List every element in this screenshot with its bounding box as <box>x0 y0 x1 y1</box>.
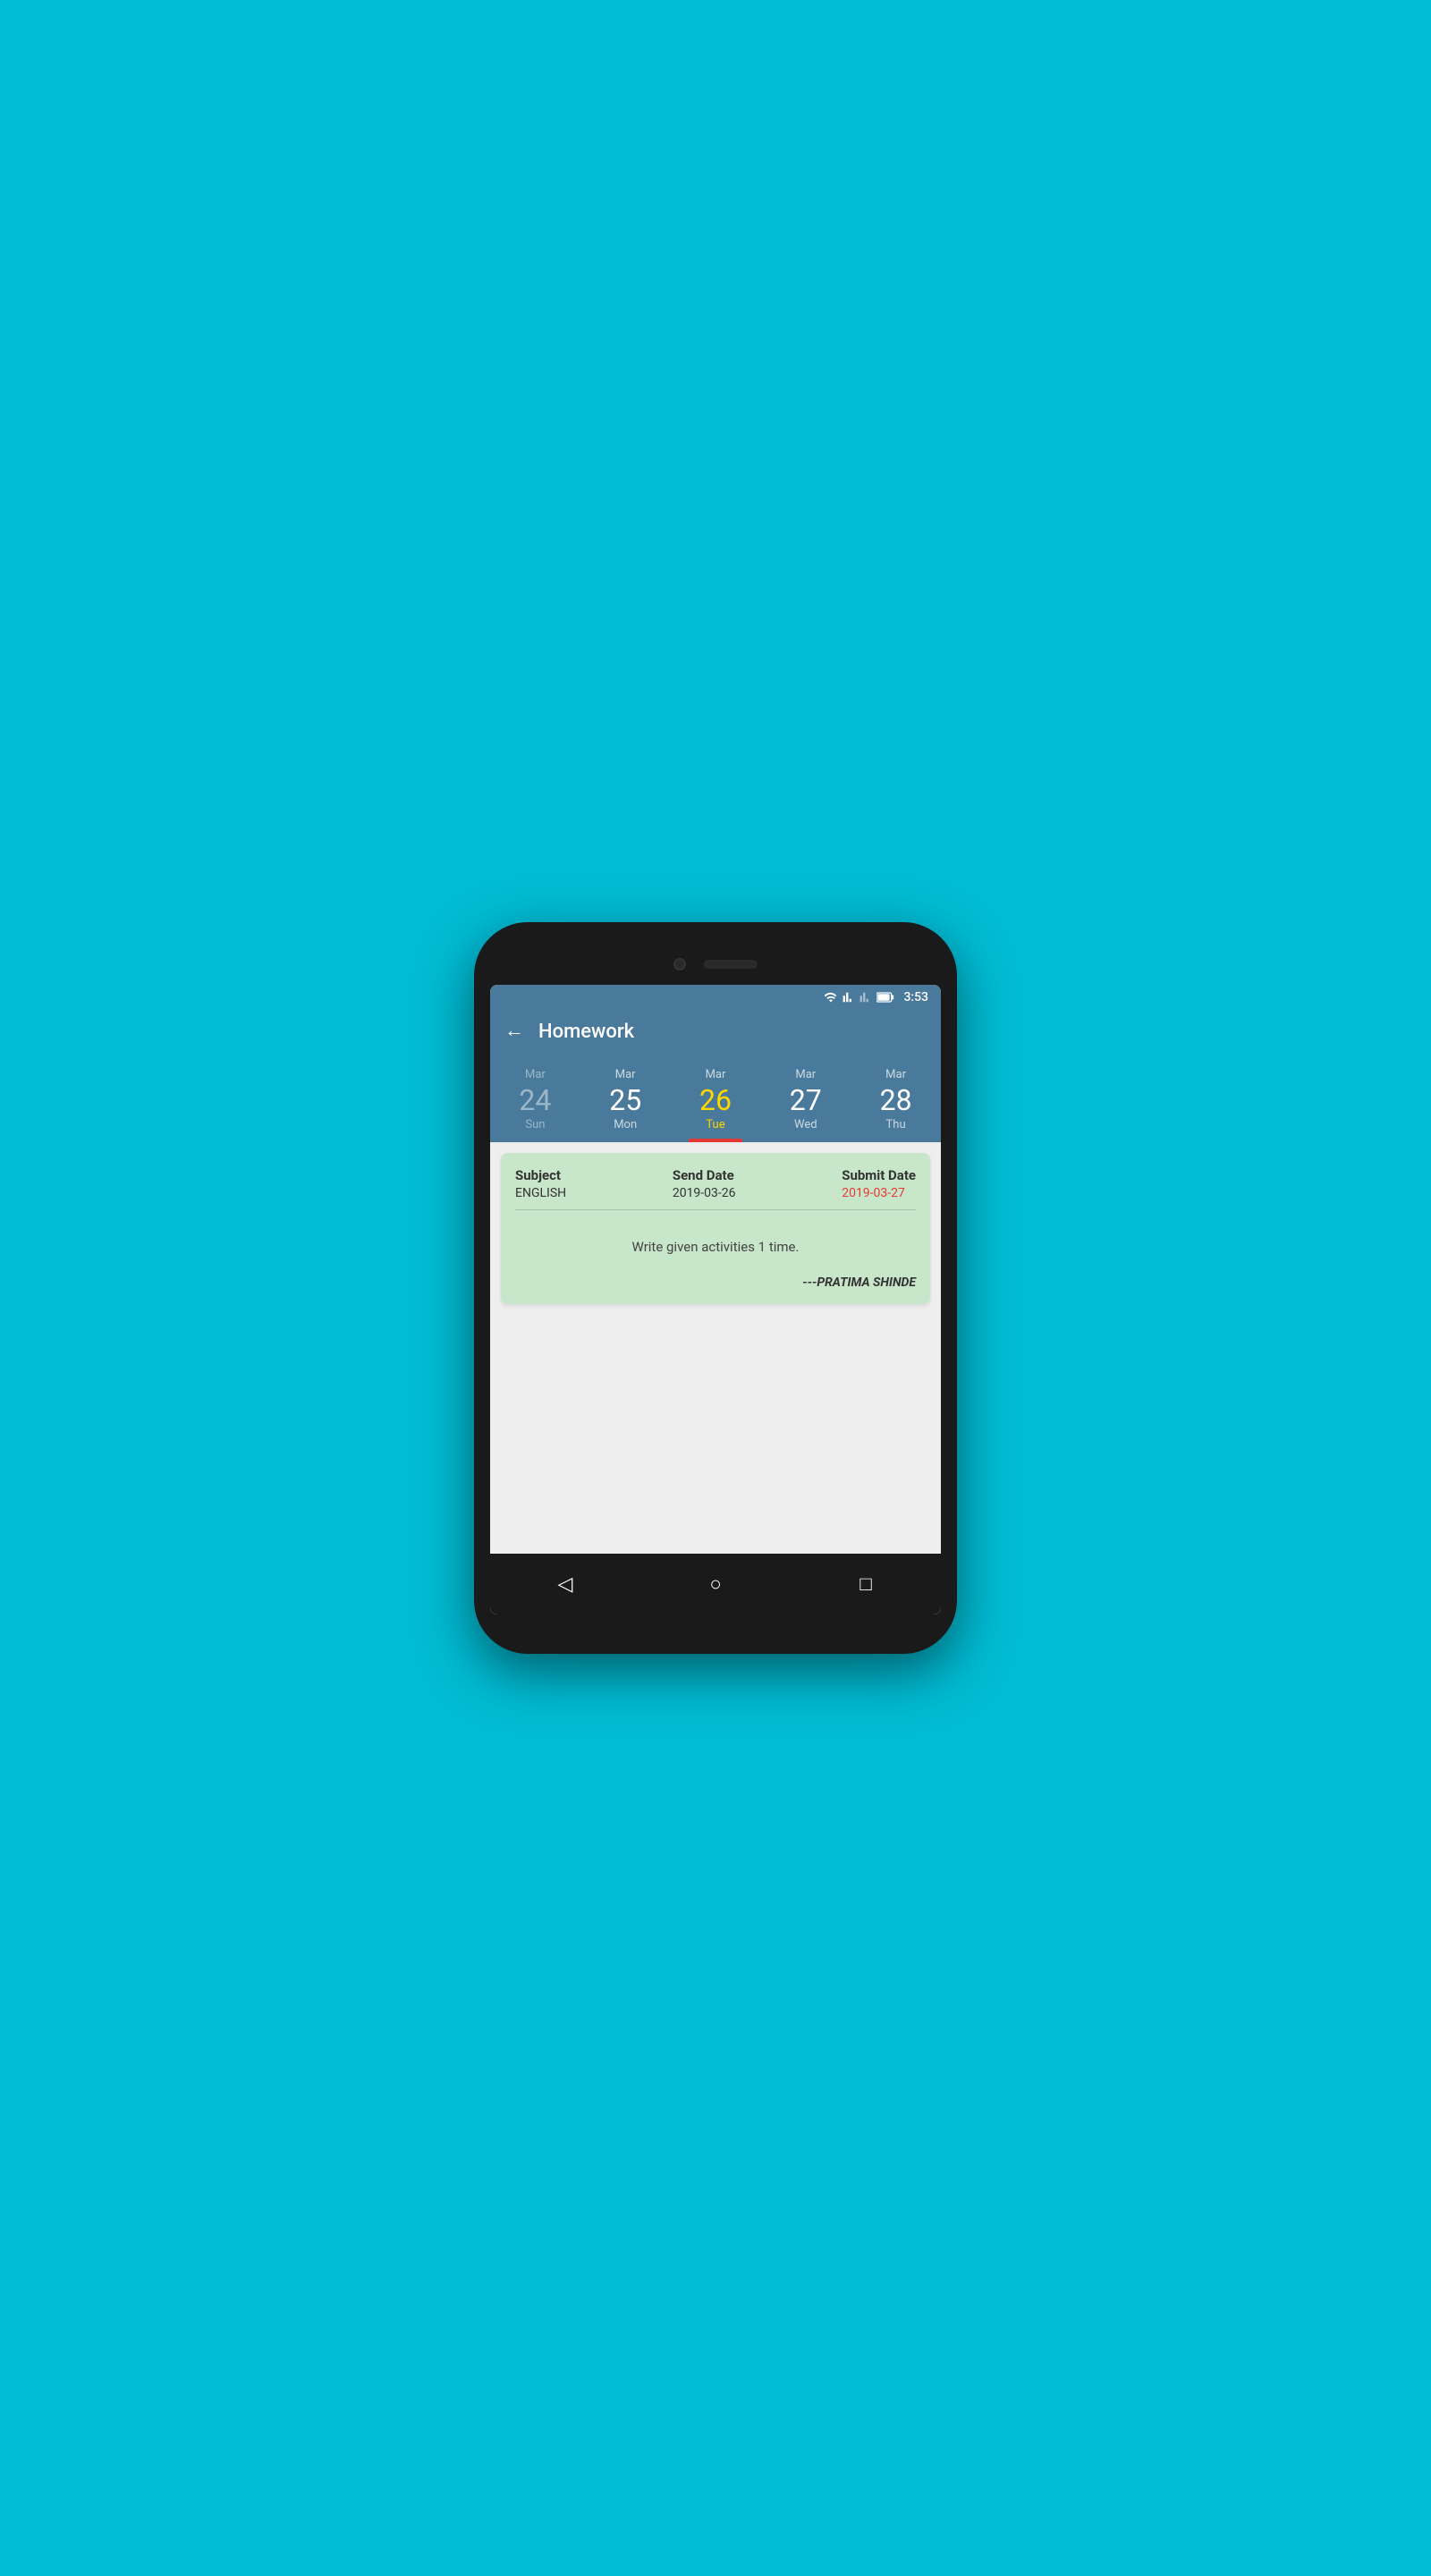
cal-month-0: Mar <box>525 1068 546 1081</box>
cal-month-2: Mar <box>706 1068 726 1081</box>
front-camera <box>673 958 686 970</box>
status-bar: 3:53 <box>490 985 941 1010</box>
calendar-strip: Mar 24 Sun Mar 25 Mon Mar 26 Tue Mar 27 … <box>490 1057 941 1142</box>
calendar-day-wed[interactable]: Mar 27 Wed <box>763 1064 849 1142</box>
content-area: Subject ENGLISH Send Date 2019-03-26 Sub… <box>490 1142 941 1554</box>
nav-home-button[interactable]: ○ <box>698 1566 733 1602</box>
cal-number-3: 27 <box>790 1085 822 1116</box>
cal-name-3: Wed <box>794 1118 817 1131</box>
cal-number-4: 28 <box>880 1085 912 1116</box>
cal-number-1: 25 <box>609 1085 641 1116</box>
phone-bottom-bezel <box>490 1614 941 1627</box>
submit-date-column: Submit Date 2019-03-27 <box>842 1167 916 1200</box>
calendar-day-thu[interactable]: Mar 28 Thu <box>853 1064 939 1142</box>
cal-number-2: 26 <box>699 1085 732 1116</box>
cal-month-4: Mar <box>885 1068 906 1081</box>
homework-author: ---PRATIMA SHINDE <box>515 1275 916 1290</box>
calendar-day-mon[interactable]: Mar 25 Mon <box>582 1064 668 1142</box>
homework-card: Subject ENGLISH Send Date 2019-03-26 Sub… <box>501 1153 930 1304</box>
calendar-day-sun[interactable]: Mar 24 Sun <box>492 1064 578 1142</box>
subject-column: Subject ENGLISH <box>515 1167 566 1200</box>
battery-icon <box>876 991 894 1004</box>
phone-top-bezel <box>490 949 941 985</box>
send-date-column: Send Date 2019-03-26 <box>673 1167 736 1200</box>
speaker <box>704 960 758 969</box>
status-icons <box>824 990 894 1004</box>
cal-name-2: Tue <box>706 1118 724 1131</box>
submit-date-value: 2019-03-27 <box>842 1186 916 1200</box>
cal-number-0: 24 <box>519 1085 551 1116</box>
subject-label: Subject <box>515 1167 566 1183</box>
send-date-label: Send Date <box>673 1167 736 1183</box>
cal-month-3: Mar <box>795 1068 816 1081</box>
subject-value: ENGLISH <box>515 1186 566 1200</box>
nav-back-button[interactable]: ◁ <box>547 1566 583 1602</box>
nav-recents-button[interactable]: □ <box>848 1566 884 1602</box>
cal-name-0: Sun <box>525 1118 545 1131</box>
submit-date-label: Submit Date <box>842 1167 916 1183</box>
phone-screen: 3:53 ← Homework Mar 24 Sun Mar 25 Mon Ma… <box>490 985 941 1614</box>
wifi-icon <box>824 990 838 1004</box>
cal-name-4: Thu <box>886 1118 906 1131</box>
app-title: Homework <box>538 1021 634 1043</box>
send-date-value: 2019-03-26 <box>673 1186 736 1200</box>
app-bar: ← Homework <box>490 1010 941 1057</box>
back-button[interactable]: ← <box>504 1021 524 1041</box>
homework-description: Write given activities 1 time. <box>515 1223 916 1275</box>
cal-name-1: Mon <box>614 1118 637 1131</box>
status-time: 3:53 <box>903 990 928 1004</box>
calendar-day-tue[interactable]: Mar 26 Tue <box>673 1064 758 1142</box>
signal2-icon <box>859 990 872 1004</box>
phone-device: 3:53 ← Homework Mar 24 Sun Mar 25 Mon Ma… <box>474 922 957 1654</box>
card-header: Subject ENGLISH Send Date 2019-03-26 Sub… <box>515 1167 916 1210</box>
cal-month-1: Mar <box>615 1068 636 1081</box>
signal-icon <box>843 990 855 1004</box>
bottom-nav: ◁ ○ □ <box>490 1554 941 1614</box>
